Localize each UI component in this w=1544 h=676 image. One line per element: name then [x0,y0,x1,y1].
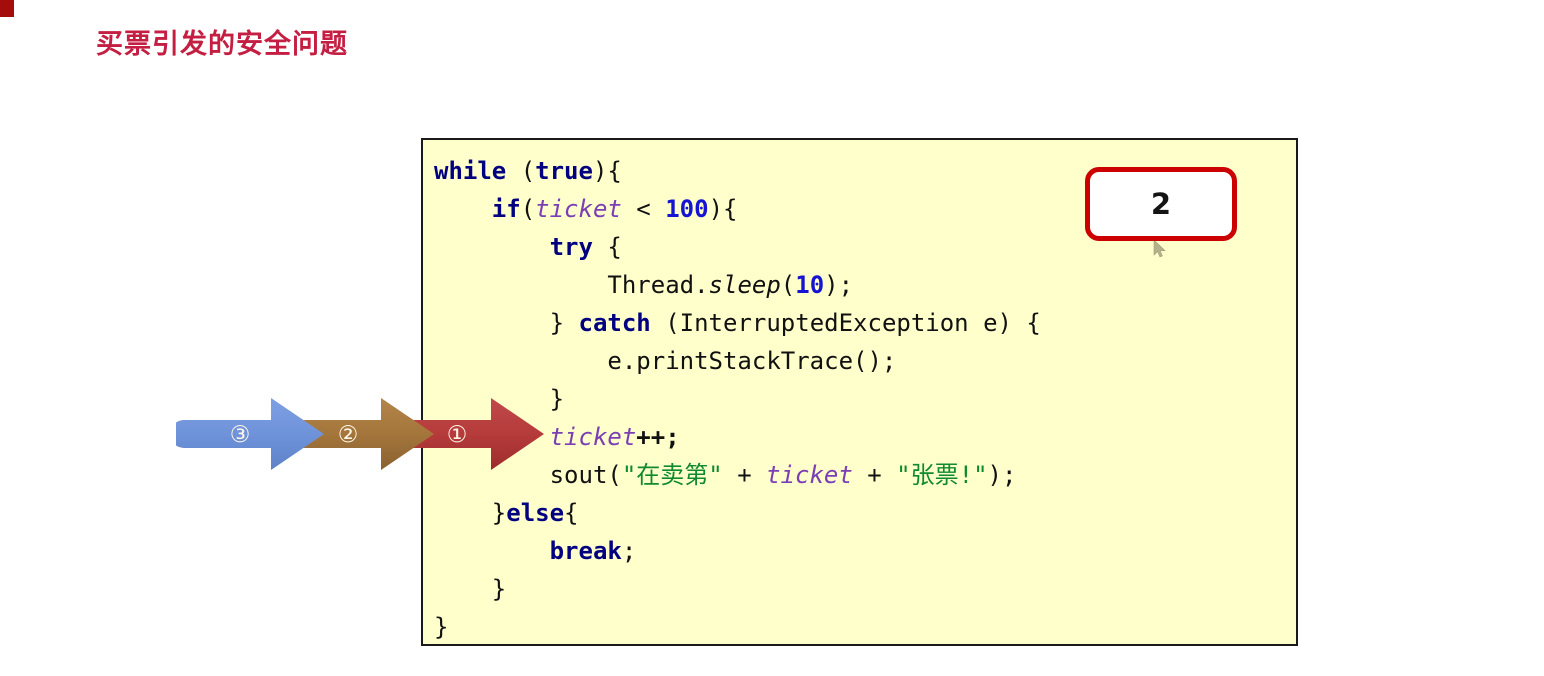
code-token: ); [987,461,1017,489]
code-token: + [852,461,897,489]
code-token: "在卖第" [621,461,723,489]
code-line: if(ticket < 100){ [434,190,1041,228]
arrow-step-3 [176,398,324,470]
code-token: } [491,499,507,527]
code-token: Thread. [607,271,709,299]
code-token: ++; [636,423,680,451]
code-token: catch [578,309,651,337]
code-token: ticket [549,423,637,451]
code-token: ticket [766,461,853,489]
code-token: ( [780,271,796,299]
code-token: sleep [708,271,781,299]
code-token: ticket [535,195,622,223]
code-token: } [549,309,579,337]
step-badge-value: 2 [1150,187,1172,221]
code-token: < [621,195,666,223]
code-token: ; [621,537,637,565]
code-token: (InterruptedException e) { [650,309,1041,337]
code-token: break [549,537,622,565]
code-line: }else{ [434,494,1041,532]
code-token: { [592,233,622,261]
code-line: e.printStackTrace(); [434,342,1041,380]
code-token: else [506,499,565,527]
code-token: ){ [592,157,622,185]
code-token: } [491,575,507,603]
code-token: } [434,613,449,641]
code-line: } [434,570,1041,608]
code-line: Thread.sleep(10); [434,266,1041,304]
code-token: 100 [665,195,709,223]
step-badge: 2 [1085,167,1237,241]
code-token: ); [824,271,854,299]
code-token: } [549,385,565,413]
code-token: ( [506,157,536,185]
code-token: "张票!" [896,461,988,489]
corner-accent-square [0,0,14,17]
code-token: sout( [549,461,622,489]
code-token: + [722,461,767,489]
code-token: true [535,157,593,185]
code-line: while (true){ [434,152,1041,190]
page-title: 买票引发的安全问题 [96,29,348,60]
code-token: ( [520,195,536,223]
code-token: while [434,157,507,185]
code-token: 10 [795,271,825,299]
code-line: } catch (InterruptedException e) { [434,304,1041,342]
code-token: if [491,195,521,223]
code-line: break; [434,532,1041,570]
code-line: try { [434,228,1041,266]
code-line: } [434,608,1041,644]
code-token: e.printStackTrace(); [607,347,897,375]
code-token: try [549,233,593,261]
mouse-pointer-icon [1153,240,1166,258]
code-token: { [564,499,579,527]
code-token: ){ [708,195,738,223]
